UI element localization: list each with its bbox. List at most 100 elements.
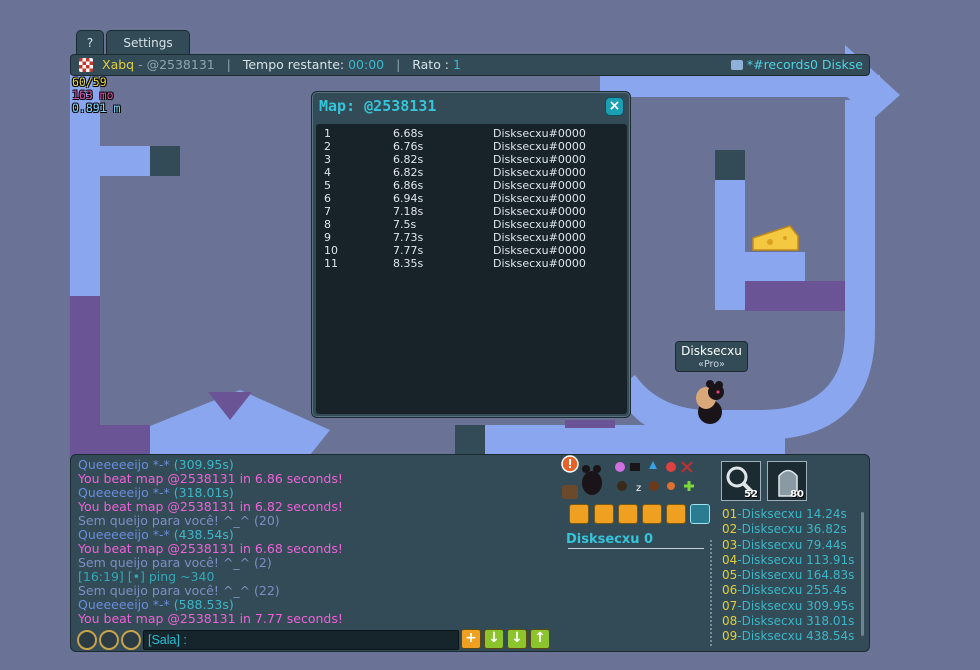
arrow-down-icon[interactable]: ↓	[484, 629, 504, 649]
record-rank: 8	[324, 218, 331, 231]
map-lava-right	[745, 281, 845, 311]
chat-log: Queeeeeijo *-* (309.95s) You beat map @25…	[78, 458, 558, 626]
record-time: 7.18s	[393, 205, 424, 218]
map-dark-block-topleft	[150, 146, 180, 176]
record-rank: 5	[324, 179, 331, 192]
chat-message: Sem queijo para você! ^_^ (2)	[78, 555, 272, 570]
close-icon[interactable]: ×	[605, 97, 624, 116]
record-time: 6.76s	[393, 140, 424, 153]
map-cheese-ledge	[745, 252, 805, 282]
plus-icon[interactable]: +	[461, 629, 481, 649]
ranking-row: 09-Disksecxu 438.54s	[722, 629, 855, 644]
player-nameplate[interactable]: Disksecxu «Pro»	[675, 341, 748, 372]
info-separator: -	[138, 57, 143, 72]
ranking-row: 02-Disksecxu 36.82s	[722, 522, 847, 537]
record-time: 6.68s	[393, 127, 424, 140]
room-label: *#records0 Diskse	[746, 57, 863, 72]
record-name: Disksecxu#0000	[493, 231, 586, 244]
item-count: 52	[744, 489, 758, 500]
map-lava-bottom-right	[565, 420, 615, 428]
ranking-scrollbar[interactable]	[861, 512, 864, 636]
divider: |	[388, 57, 409, 72]
checkered-flag-icon	[79, 58, 93, 72]
record-time: 7.73s	[393, 231, 424, 244]
map-code: @2538131	[146, 57, 215, 72]
discord-icon[interactable]	[666, 504, 686, 524]
map-dark-block-inner	[715, 150, 745, 180]
house-icon[interactable]	[121, 630, 141, 650]
record-rank: 3	[324, 153, 331, 166]
chat-message: You beat map @2538131 in 6.86 seconds!	[78, 471, 343, 486]
record-rank: 2	[324, 140, 331, 153]
chat-input[interactable]: [Sala] :	[143, 630, 459, 650]
player-score: Disksecxu 0	[566, 532, 654, 547]
chat-message: Queeeeeijo *-* (318.01s)	[78, 485, 234, 500]
records-popup: Map: @2538131 × 1 6.68s Disksecxu#0000 2 6.7…	[311, 91, 631, 418]
record-name: Disksecxu#0000	[493, 257, 586, 270]
map-tube-bottom	[485, 425, 785, 455]
chat-message: [16:19] [•] ping ~340	[78, 569, 215, 584]
chat-message: You beat map @2538131 in 6.68 seconds!	[78, 541, 343, 556]
record-time: 6.82s	[393, 166, 424, 179]
mice-value: 1	[453, 57, 461, 72]
heart-icon[interactable]	[77, 630, 97, 650]
record-time: 6.94s	[393, 192, 424, 205]
magnifier-icon[interactable]: 52	[721, 461, 761, 501]
time-ranking: 01-Disksecxu 14.24s 02-Disksecxu 36.82s 03…	[722, 507, 862, 645]
record-name: Disksecxu#0000	[493, 127, 586, 140]
map-lava-bottom-left	[70, 425, 150, 455]
arrow-up-icon[interactable]: ↑	[530, 629, 550, 649]
records-list: 1 6.68s Disksecxu#0000 2 6.76s Disksecxu#0000…	[316, 124, 627, 414]
avatar-icons: z	[561, 455, 694, 499]
map-dark-block-bottom	[455, 425, 485, 455]
divider: |	[218, 57, 239, 72]
emote-icons: z	[615, 461, 694, 494]
record-name: Disksecxu#0000	[493, 140, 586, 153]
record-time: 8.35s	[393, 257, 424, 270]
popup-title: Map: @2538131	[319, 97, 437, 115]
record-time: 6.82s	[393, 153, 424, 166]
fullscreen-icon[interactable]	[690, 504, 710, 524]
shop-icon[interactable]	[618, 504, 638, 524]
record-rank: 9	[324, 231, 331, 244]
record-name: Disksecxu#0000	[493, 166, 586, 179]
record-rank: 1	[324, 127, 331, 140]
svg-text:z: z	[636, 483, 641, 494]
list-icon[interactable]	[594, 504, 614, 524]
record-name: Disksecxu#0000	[493, 244, 586, 257]
record-name: Disksecxu#0000	[493, 153, 586, 166]
record-rank: 4	[324, 166, 331, 179]
ranking-row: 07-Disksecxu 309.95s	[722, 598, 855, 613]
home-icon[interactable]	[569, 504, 589, 524]
chat-message: Queeeeeijo *-* (438.54s)	[78, 527, 234, 542]
player-title: «Pro»	[698, 359, 725, 370]
record-name: Disksecxu#0000	[493, 179, 586, 192]
chat-message: Queeeeeijo *-* (588.53s)	[78, 597, 234, 612]
room-icon	[730, 60, 743, 70]
settings-tab[interactable]: Settings	[106, 30, 190, 54]
chat-message: Sem queijo para você! ^_^ (20)	[78, 513, 280, 528]
time-value: 00:00	[348, 57, 385, 72]
ranking-row: 08-Disksecxu 318.01s	[722, 614, 855, 629]
mouse-character-icon	[696, 380, 724, 424]
help-tab[interactable]: ?	[76, 30, 104, 54]
record-rank: 7	[324, 205, 331, 218]
record-rank: 10	[324, 244, 338, 257]
room-name: *#records0 Diskse	[730, 55, 863, 75]
tombstone-icon[interactable]: 80	[767, 461, 807, 501]
map-top-beam	[600, 75, 880, 97]
score-divider	[568, 548, 704, 549]
ranking-row: 04-Disksecxu 113.91s	[722, 552, 855, 567]
chat-bubble-icon[interactable]	[642, 504, 662, 524]
arrow-down-icon[interactable]: ↓	[507, 629, 527, 649]
record-rank: 6	[324, 192, 331, 205]
chat-message: You beat map @2538131 in 7.77 seconds!	[78, 611, 343, 626]
chat-message: Sem queijo para você! ^_^ (22)	[78, 583, 280, 598]
ranking-row: 01-Disksecxu 14.24s	[722, 507, 847, 521]
shield-icon[interactable]	[99, 630, 119, 650]
record-rank: 11	[324, 257, 338, 270]
time-label: Tempo restante:	[242, 57, 345, 72]
map-author[interactable]: Xabq	[102, 55, 134, 75]
record-name: Disksecxu#0000	[493, 192, 586, 205]
chat-bar: [Sala] : + ↓ ↓ ↑	[75, 629, 550, 650]
